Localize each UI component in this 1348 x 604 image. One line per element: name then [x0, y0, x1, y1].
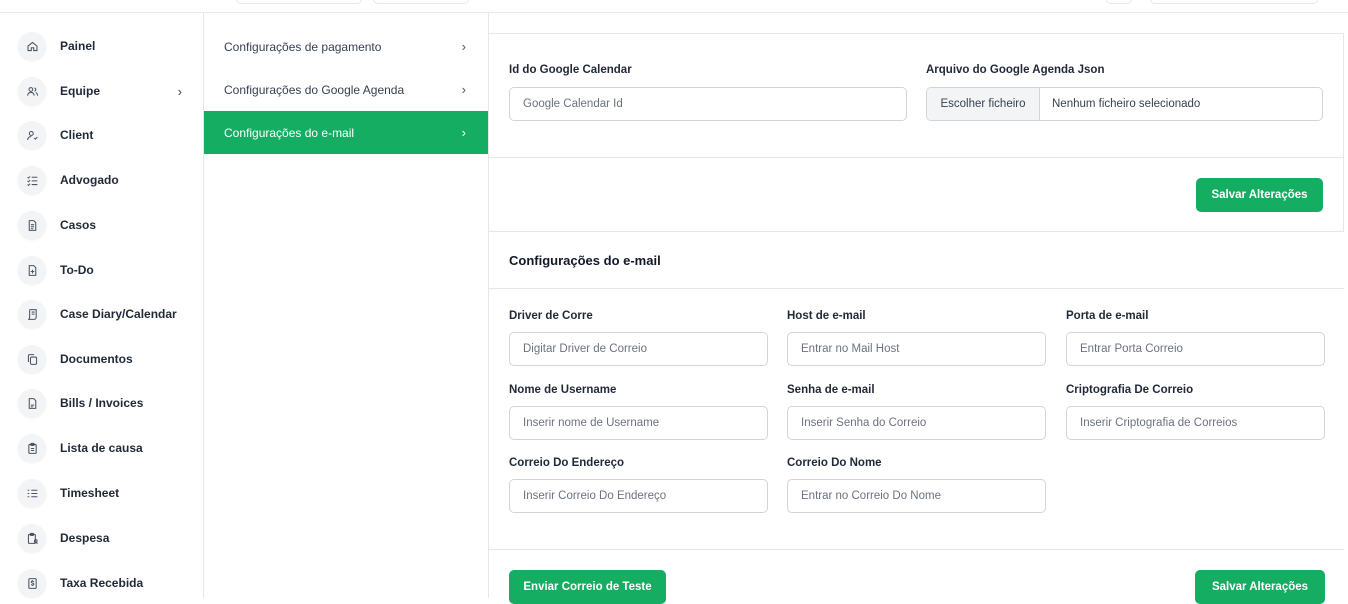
calendar-id-label: Id do Google Calendar — [509, 64, 632, 76]
sidebar-item-label: Case Diary/Calendar — [60, 307, 177, 321]
user-check-icon — [18, 121, 46, 149]
sidebar-item-label: To-Do — [60, 263, 94, 277]
sidebar-item-label: Equipe — [60, 84, 101, 98]
mail-password-label: Senha de e-mail — [787, 384, 875, 396]
divider — [489, 288, 1344, 289]
dollar-file-icon — [18, 569, 46, 597]
file-plus-icon — [18, 256, 46, 284]
menu-item-label: Configurações de pagamento — [224, 39, 382, 54]
diary-icon — [18, 300, 46, 328]
menu-item-google-calendar-settings[interactable]: Configurações do Google Agenda › — [204, 68, 488, 111]
mail-from-address-label: Correio Do Endereço — [509, 457, 625, 469]
sidebar-item-taxa-recebida[interactable]: Taxa Recebida — [18, 568, 188, 598]
sidebar-item-label: Timesheet — [60, 486, 120, 500]
clipboard-user-icon — [18, 524, 46, 552]
users-icon — [18, 77, 46, 105]
sidebar-item-lista-de-causa[interactable]: Lista de causa — [18, 433, 188, 463]
chevron-right-icon: › — [461, 39, 466, 54]
mail-port-input[interactable]: Entrar Porta Correio — [1066, 332, 1325, 366]
main-content: Id do Google Calendar Google Calendar Id… — [489, 13, 1348, 604]
copy-icon — [18, 345, 46, 373]
chevron-right-icon: › — [461, 82, 466, 97]
sidebar-item-todo[interactable]: To-Do — [18, 255, 188, 285]
mail-username-input[interactable]: Inserir nome de Username — [509, 406, 768, 440]
sidebar-item-despesa[interactable]: Despesa — [18, 523, 188, 553]
sidebar-item-casos[interactable]: Casos — [18, 210, 188, 240]
menu-item-label: Configurações do Google Agenda — [224, 82, 405, 97]
sidebar-item-bills[interactable]: Bills / Invoices — [18, 388, 188, 418]
json-file-label: Arquivo do Google Agenda Json — [926, 64, 1105, 76]
section-title: Configurações do e-mail — [509, 253, 661, 268]
sidebar-item-label: Taxa Recebida — [60, 576, 144, 590]
list-check-icon — [18, 166, 46, 194]
top-control[interactable] — [1150, 0, 1318, 4]
invoice-icon — [18, 389, 46, 417]
mail-from-address-input[interactable]: Inserir Correio Do Endereço — [509, 479, 768, 513]
save-google-button[interactable]: Salvar Alterações — [1196, 178, 1323, 212]
sidebar-item-case-diary[interactable]: Case Diary/Calendar — [18, 299, 188, 329]
mail-encryption-label: Criptografia De Correio — [1066, 384, 1194, 396]
sidebar-item-label: Bills / Invoices — [60, 396, 144, 410]
clipboard-icon — [18, 434, 46, 462]
choose-file-button[interactable]: Escolher ficheiro — [927, 88, 1040, 120]
home-icon — [18, 32, 46, 60]
sidebar-item-label: Advogado — [60, 173, 119, 187]
checklist-icon — [18, 479, 46, 507]
sidebar-item-client[interactable]: Client — [18, 120, 188, 150]
mail-host-input[interactable]: Entrar no Mail Host — [787, 332, 1046, 366]
chevron-right-icon: › — [177, 83, 182, 99]
chevron-right-icon: › — [461, 125, 466, 140]
save-email-button[interactable]: Salvar Alterações — [1195, 570, 1325, 604]
sidebar-item-label: Client — [60, 128, 94, 142]
divider — [489, 157, 1344, 158]
sidebar-item-advogado[interactable]: Advogado — [18, 165, 188, 195]
sidebar-item-label: Despesa — [60, 531, 110, 545]
sidebar-item-label: Documentos — [60, 352, 133, 366]
top-bar — [0, 0, 1348, 13]
divider — [489, 549, 1344, 550]
mail-password-input[interactable]: Inserir Senha do Correio — [787, 406, 1046, 440]
mail-from-name-label: Correio Do Nome — [787, 457, 882, 469]
send-test-email-button[interactable]: Enviar Correio de Teste — [509, 570, 666, 604]
sidebar-item-painel[interactable]: Painel — [18, 31, 188, 61]
mail-username-label: Nome de Username — [509, 384, 617, 396]
sidebar-item-label: Lista de causa — [60, 441, 143, 455]
mail-encryption-input[interactable]: Inserir Criptografia de Correios — [1066, 406, 1325, 440]
document-icon — [18, 211, 46, 239]
top-control[interactable] — [236, 0, 362, 4]
menu-item-payment-settings[interactable]: Configurações de pagamento › — [204, 25, 488, 68]
file-status-text: Nenhum ficheiro selecionado — [1052, 98, 1201, 110]
top-control[interactable] — [373, 0, 469, 4]
sidebar-item-documentos[interactable]: Documentos — [18, 344, 188, 374]
sidebar-item-label: Casos — [60, 218, 97, 232]
sidebar-item-equipe[interactable]: Equipe › — [18, 76, 188, 106]
mail-port-label: Porta de e-mail — [1066, 310, 1149, 322]
google-calendar-card: Id do Google Calendar Google Calendar Id… — [489, 33, 1344, 232]
json-file-input[interactable]: Escolher ficheiro Nenhum ficheiro seleci… — [926, 87, 1323, 121]
mail-driver-label: Driver de Corre — [509, 310, 593, 322]
sidebar-item-label: Painel — [60, 39, 96, 53]
calendar-id-input[interactable]: Google Calendar Id — [509, 87, 907, 121]
sidebar: Painel Equipe › Client Advogado Casos To… — [0, 13, 204, 598]
mail-from-name-input[interactable]: Entrar no Correio Do Nome — [787, 479, 1046, 513]
menu-item-email-settings[interactable]: Configurações do e-mail › — [204, 111, 488, 154]
mail-driver-input[interactable]: Digitar Driver de Correio — [509, 332, 768, 366]
top-control[interactable] — [1106, 0, 1132, 4]
sidebar-item-timesheet[interactable]: Timesheet — [18, 478, 188, 508]
mail-host-label: Host de e-mail — [787, 310, 866, 322]
menu-item-label: Configurações do e-mail — [224, 125, 355, 140]
settings-menu: Configurações de pagamento › Configuraçõ… — [204, 13, 489, 598]
